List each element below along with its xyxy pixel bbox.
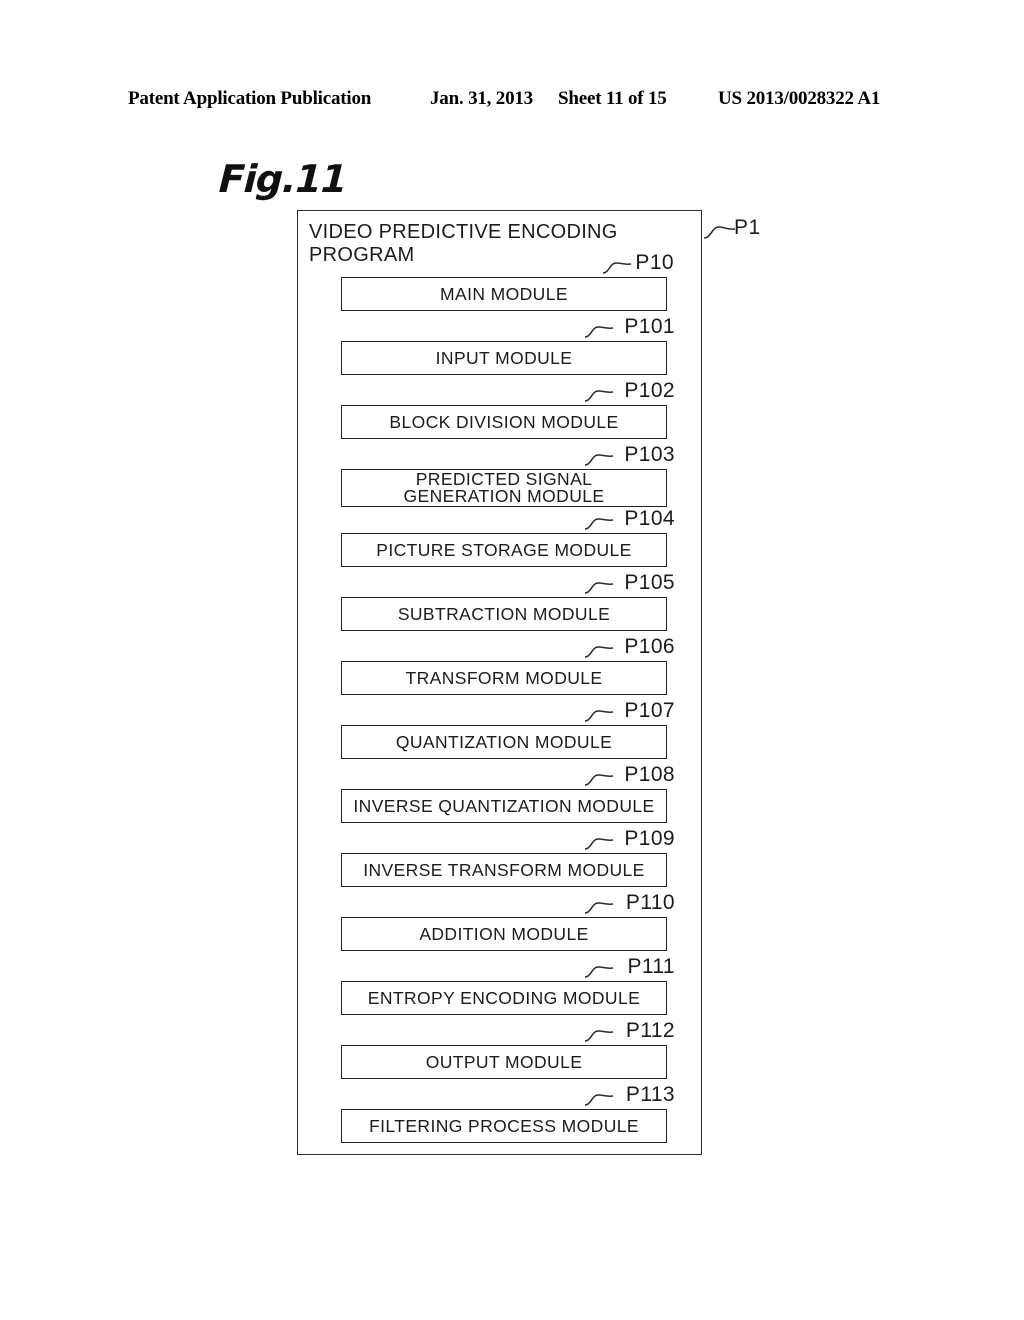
module-box: ENTROPY ENCODING MODULE: [341, 981, 667, 1015]
module-box: INPUT MODULE: [341, 341, 667, 375]
module-label: PREDICTED SIGNAL GENERATION MODULE: [403, 469, 605, 506]
module-box: FILTERING PROCESS MODULE: [341, 1109, 667, 1143]
leader-line-icon: [584, 710, 614, 722]
module-row: P104 PICTURE STORAGE MODULE: [341, 507, 675, 567]
reference-label-p103: P103: [552, 443, 675, 469]
reference-label-text: P10: [635, 251, 674, 274]
header-date-text: Jan. 31, 2013: [430, 88, 533, 109]
reference-label-text: P101: [624, 315, 675, 338]
leader-line-icon: [703, 226, 736, 239]
module-box: OUTPUT MODULE: [341, 1045, 667, 1079]
reference-label-p105: P105: [552, 571, 675, 597]
video-predictive-encoding-program-container: VIDEO PREDICTIVE ENCODING PROGRAM P10 MAI…: [297, 210, 702, 1155]
leader-line-icon: [584, 774, 614, 786]
module-label: INPUT MODULE: [435, 348, 573, 368]
reference-label-text: P106: [624, 635, 675, 658]
reference-label-p107: P107: [552, 699, 675, 725]
module-row: P102 BLOCK DIVISION MODULE: [341, 379, 675, 439]
leader-line-icon: [584, 838, 614, 850]
module-box: PICTURE STORAGE MODULE: [341, 533, 667, 567]
module-label: INVERSE QUANTIZATION MODULE: [353, 796, 655, 816]
reference-label-text: P108: [624, 763, 675, 786]
reference-label-text: P104: [624, 507, 675, 530]
reference-label-p106: P106: [552, 635, 675, 661]
module-label: QUANTIZATION MODULE: [395, 732, 613, 752]
module-row: P109 INVERSE TRANSFORM MODULE: [341, 827, 675, 887]
module-row: P10 MAIN MODULE: [341, 251, 674, 311]
figure-caption: Fig.11: [217, 157, 348, 201]
reference-label-text: P102: [624, 379, 675, 402]
header-patent-number: US 2013/0028322 A1: [718, 88, 881, 109]
module-row: P107 QUANTIZATION MODULE: [341, 699, 675, 759]
leader-line-icon: [584, 582, 614, 594]
module-row: P101 INPUT MODULE: [341, 315, 675, 375]
module-box: INVERSE QUANTIZATION MODULE: [341, 789, 667, 823]
reference-label-text: P110: [625, 891, 675, 914]
reference-label-p104: P104: [552, 507, 675, 533]
module-box: ADDITION MODULE: [341, 917, 667, 951]
module-row: P105 SUBTRACTION MODULE: [341, 571, 675, 631]
reference-label-p109: P109: [552, 827, 675, 853]
module-row: P108 INVERSE QUANTIZATION MODULE: [341, 763, 675, 823]
module-box: TRANSFORM MODULE: [341, 661, 667, 695]
module-label: INVERSE TRANSFORM MODULE: [363, 860, 645, 880]
reference-label-text: P107: [624, 699, 675, 722]
reference-label-p10: P10: [552, 251, 674, 277]
reference-label-p111: P111: [552, 955, 675, 981]
module-label: SUBTRACTION MODULE: [397, 604, 611, 624]
leader-line-icon: [584, 390, 614, 402]
module-label: BLOCK DIVISION MODULE: [389, 412, 619, 432]
module-box: PREDICTED SIGNAL GENERATION MODULE: [341, 469, 667, 507]
reference-label-text: P103: [624, 443, 675, 466]
module-box: INVERSE TRANSFORM MODULE: [341, 853, 667, 887]
module-label: ADDITION MODULE: [419, 924, 589, 944]
reference-label-p101: P101: [552, 315, 675, 341]
module-label: PICTURE STORAGE MODULE: [376, 540, 632, 560]
module-box: MAIN MODULE: [341, 277, 667, 311]
module-row: P111 ENTROPY ENCODING MODULE: [341, 955, 675, 1015]
reference-label-p1: P1: [703, 216, 793, 250]
leader-line-icon: [584, 518, 614, 530]
module-box: SUBTRACTION MODULE: [341, 597, 667, 631]
header-publication-text: Patent Application Publication: [128, 88, 372, 109]
leader-line-icon: [584, 966, 614, 978]
reference-label-text: P111: [627, 955, 675, 978]
reference-label-p102: P102: [552, 379, 675, 405]
leader-line-icon: [584, 902, 614, 914]
module-label: TRANSFORM MODULE: [405, 668, 603, 688]
reference-label-text: P105: [624, 571, 675, 594]
reference-label-p113: P113: [552, 1083, 675, 1109]
leader-line-icon: [602, 262, 632, 274]
leader-line-icon: [584, 1094, 614, 1106]
module-box: QUANTIZATION MODULE: [341, 725, 667, 759]
module-row: P103 PREDICTED SIGNAL GENERATION MODULE: [341, 443, 675, 507]
page-header: Patent Application Publication Jan. 31, …: [128, 88, 908, 114]
module-label: MAIN MODULE: [440, 284, 568, 304]
module-list: P10 MAIN MODULE P101 INPUT MODULE P102 BLOCK …: [298, 211, 701, 1154]
reference-label-text: P113: [625, 1083, 675, 1106]
reference-label-text: P109: [624, 827, 675, 850]
module-row: P113 FILTERING PROCESS MODULE: [341, 1083, 675, 1143]
leader-line-icon: [584, 646, 614, 658]
module-label: OUTPUT MODULE: [425, 1052, 583, 1072]
reference-label-p112: P112: [552, 1019, 675, 1045]
module-row: P106 TRANSFORM MODULE: [341, 635, 675, 695]
leader-line-icon: [584, 326, 614, 338]
module-row: P112 OUTPUT MODULE: [341, 1019, 675, 1079]
reference-label-text: P1: [734, 216, 761, 239]
module-row: P110 ADDITION MODULE: [341, 891, 675, 951]
module-label: ENTROPY ENCODING MODULE: [367, 988, 641, 1008]
leader-line-icon: [584, 454, 614, 466]
leader-line-icon: [584, 1030, 614, 1042]
reference-label-p108: P108: [552, 763, 675, 789]
module-box: BLOCK DIVISION MODULE: [341, 405, 667, 439]
module-label: FILTERING PROCESS MODULE: [369, 1116, 639, 1136]
header-sheet-text: Sheet 11 of 15: [558, 88, 667, 109]
reference-label-text: P112: [625, 1019, 675, 1042]
reference-label-p110: P110: [552, 891, 675, 917]
